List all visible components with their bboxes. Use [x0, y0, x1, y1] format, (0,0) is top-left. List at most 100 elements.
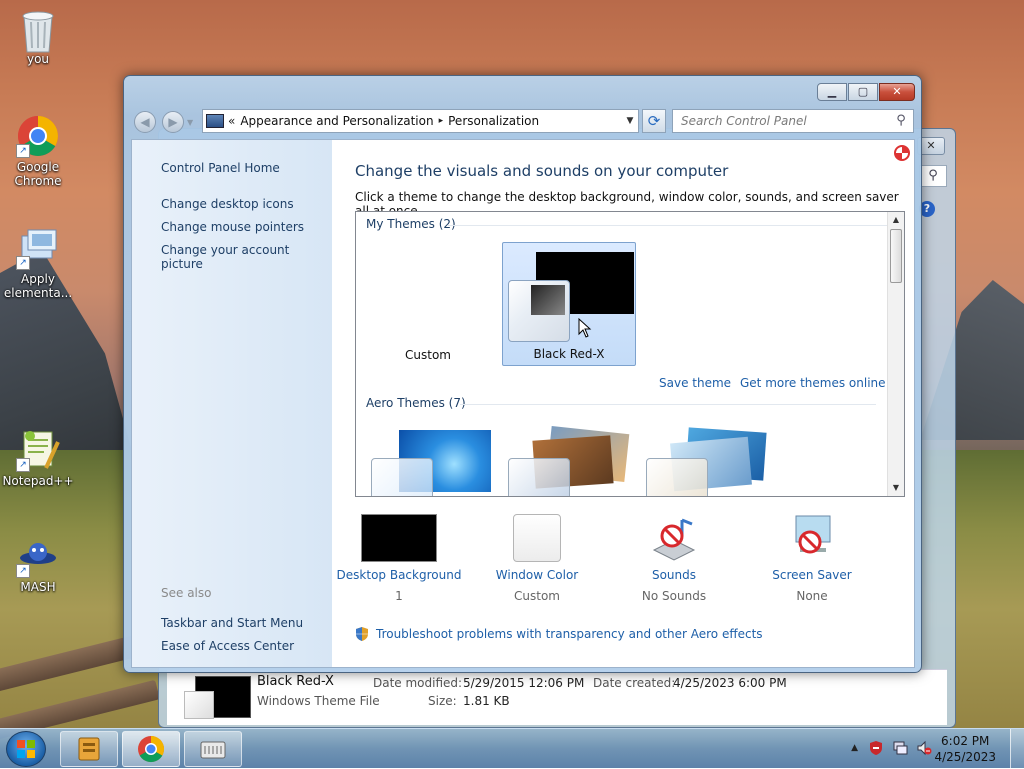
theme-list[interactable]: My Themes (2) Custom Black Red-X Save th…: [355, 211, 905, 497]
screen-saver-setting[interactable]: Screen Saver None: [747, 514, 877, 603]
clock-time: 6:02 PM: [941, 734, 990, 748]
search-icon[interactable]: ⚲: [892, 112, 910, 130]
shortcut-arrow-icon: ↗: [16, 564, 30, 578]
minimize-button[interactable]: ▁: [817, 83, 847, 101]
desktop-icon-label: Google Chrome: [14, 160, 62, 188]
content-area: Control Panel Home Change desktop icons …: [131, 139, 915, 668]
date-created-value: 4/25/2023 6:00 PM: [673, 676, 787, 690]
start-button[interactable]: [6, 731, 46, 767]
apply-icon: ↗: [16, 226, 60, 270]
theme-file-thumbnail: [184, 676, 251, 719]
desktop-icon-apply-elementa[interactable]: ↗ Apply elementa...: [2, 226, 74, 300]
shield-icon: [356, 627, 368, 641]
group-divider: [448, 225, 888, 226]
chrome-icon: [138, 735, 165, 763]
search-icon[interactable]: ⚲: [919, 165, 947, 187]
scroll-up-arrow-icon[interactable]: ▲: [888, 212, 904, 228]
window-color-setting[interactable]: Window Color Custom: [472, 514, 602, 603]
windows-logo-icon: [17, 740, 35, 758]
recent-pages-chevron-icon[interactable]: ▼: [187, 118, 193, 127]
maximize-button[interactable]: ▢: [848, 83, 878, 101]
breadcrumb-personalization[interactable]: Personalization: [448, 114, 539, 128]
get-more-themes-link[interactable]: Get more themes online: [740, 376, 886, 390]
search-input[interactable]: Search Control Panel ⚲: [672, 109, 914, 133]
caption-buttons: ▁ ▢ ✕: [817, 83, 915, 101]
personalization-window[interactable]: ▁ ▢ ✕ ◀ ▶ ▼ « Appearance and Personaliza…: [123, 75, 922, 673]
taskbar-control-panel-button[interactable]: [184, 731, 242, 767]
taskbar-explorer-button[interactable]: [60, 731, 118, 767]
change-desktop-icons-link[interactable]: Change desktop icons: [161, 197, 294, 211]
window-color-thumb: [513, 514, 561, 562]
sounds-value: No Sounds: [641, 589, 707, 603]
scroll-down-arrow-icon[interactable]: ▼: [888, 480, 904, 496]
theme-window-preview: [508, 458, 570, 496]
troubleshoot-link[interactable]: Troubleshoot problems with transparency …: [376, 627, 763, 641]
action-center-shield-icon[interactable]: [868, 740, 884, 756]
address-dropdown-icon[interactable]: ▼: [622, 110, 638, 132]
address-overflow-chevron[interactable]: «: [228, 114, 235, 128]
desktop-icon-notepadpp[interactable]: ↗ Notepad++: [2, 428, 74, 488]
sounds-label[interactable]: Sounds: [609, 568, 739, 582]
help-lifebuoy-icon[interactable]: [894, 145, 910, 161]
desktop-icon-mash[interactable]: ↗ MASH: [2, 534, 74, 594]
left-navigation-pane: Control Panel Home Change desktop icons …: [132, 140, 332, 667]
back-arrow-icon[interactable]: ◀: [134, 111, 156, 133]
breadcrumb-separator-icon[interactable]: ▸: [439, 116, 444, 126]
change-account-picture-link[interactable]: Change your account picture: [161, 243, 332, 271]
page-title: Change the visuals and sounds on your co…: [355, 162, 729, 180]
volume-muted-icon[interactable]: [916, 740, 932, 756]
show-hidden-icons-icon[interactable]: ▲: [851, 743, 858, 753]
shortcut-arrow-icon: ↗: [16, 144, 30, 158]
breadcrumb-appearance[interactable]: Appearance and Personalization: [240, 114, 433, 128]
refresh-icon[interactable]: ⟳: [642, 109, 666, 133]
forward-arrow-icon[interactable]: ▶: [162, 111, 184, 133]
taskbar: ▲ 6:02 PM 4/25/2023: [0, 728, 1024, 769]
desktop-icon-label: Apply elementa...: [3, 272, 73, 300]
theme-item-custom[interactable]: Custom: [361, 242, 495, 366]
desktop-icon-label: Notepad++: [2, 474, 74, 488]
desktop-icon-recycle-bin[interactable]: you: [2, 6, 74, 66]
ease-of-access-link[interactable]: Ease of Access Center: [161, 639, 294, 653]
theme-item-windows-7[interactable]: [366, 424, 500, 496]
screen-saver-value: None: [796, 589, 828, 603]
screen-saver-label[interactable]: Screen Saver: [747, 568, 877, 582]
theme-item-characters[interactable]: [642, 424, 776, 496]
system-clock[interactable]: 6:02 PM 4/25/2023: [934, 733, 996, 765]
desktop-background-label[interactable]: Desktop Background: [334, 568, 464, 582]
network-icon[interactable]: [892, 740, 908, 756]
desktop-background-setting[interactable]: Desktop Background 1: [334, 514, 464, 603]
size-value: 1.81 KB: [463, 694, 510, 708]
window-color-value: Custom: [514, 589, 560, 603]
desktop-icon-google-chrome[interactable]: ↗ Google Chrome: [2, 114, 74, 188]
theme-item-black-red-x[interactable]: Black Red-X: [502, 242, 636, 366]
date-modified-label: Date modified:: [373, 676, 463, 690]
size-label: Size:: [428, 694, 457, 708]
taskbar-chrome-button[interactable]: [122, 731, 180, 767]
theme-item-architecture[interactable]: [504, 424, 638, 496]
theme-name: Black Red-X: [533, 347, 605, 361]
change-mouse-pointers-link[interactable]: Change mouse pointers: [161, 220, 304, 234]
sounds-setting[interactable]: Sounds No Sounds: [609, 514, 739, 603]
mouse-cursor-icon: [578, 318, 592, 338]
my-themes-heading: My Themes (2): [366, 217, 456, 231]
shortcut-arrow-icon: ↗: [16, 256, 30, 270]
taskbar-start-menu-link[interactable]: Taskbar and Start Menu: [161, 616, 303, 630]
control-panel-icon: [206, 114, 224, 128]
save-theme-link[interactable]: Save theme: [659, 376, 731, 390]
window-color-label[interactable]: Window Color: [472, 568, 602, 582]
address-bar[interactable]: « Appearance and Personalization ▸ Perso…: [202, 109, 639, 133]
main-pane: Change the visuals and sounds on your co…: [332, 140, 916, 667]
file-type: Windows Theme File: [257, 694, 380, 708]
date-modified-value: 5/29/2015 12:06 PM: [463, 676, 585, 690]
show-desktop-button[interactable]: [1010, 729, 1024, 769]
troubleshoot-row[interactable]: Troubleshoot problems with transparency …: [354, 626, 763, 642]
notepadpp-icon: ↗: [16, 428, 60, 472]
control-panel-home-link[interactable]: Control Panel Home: [161, 161, 280, 175]
theme-window-preview: [508, 280, 570, 342]
scrollbar-thumb[interactable]: [890, 229, 902, 283]
clock-date: 4/25/2023: [934, 750, 996, 764]
close-button[interactable]: ✕: [879, 83, 915, 101]
theme-name: Custom: [405, 348, 451, 362]
theme-list-scrollbar[interactable]: ▲ ▼: [887, 212, 904, 496]
screen-saver-icon: [786, 514, 838, 562]
